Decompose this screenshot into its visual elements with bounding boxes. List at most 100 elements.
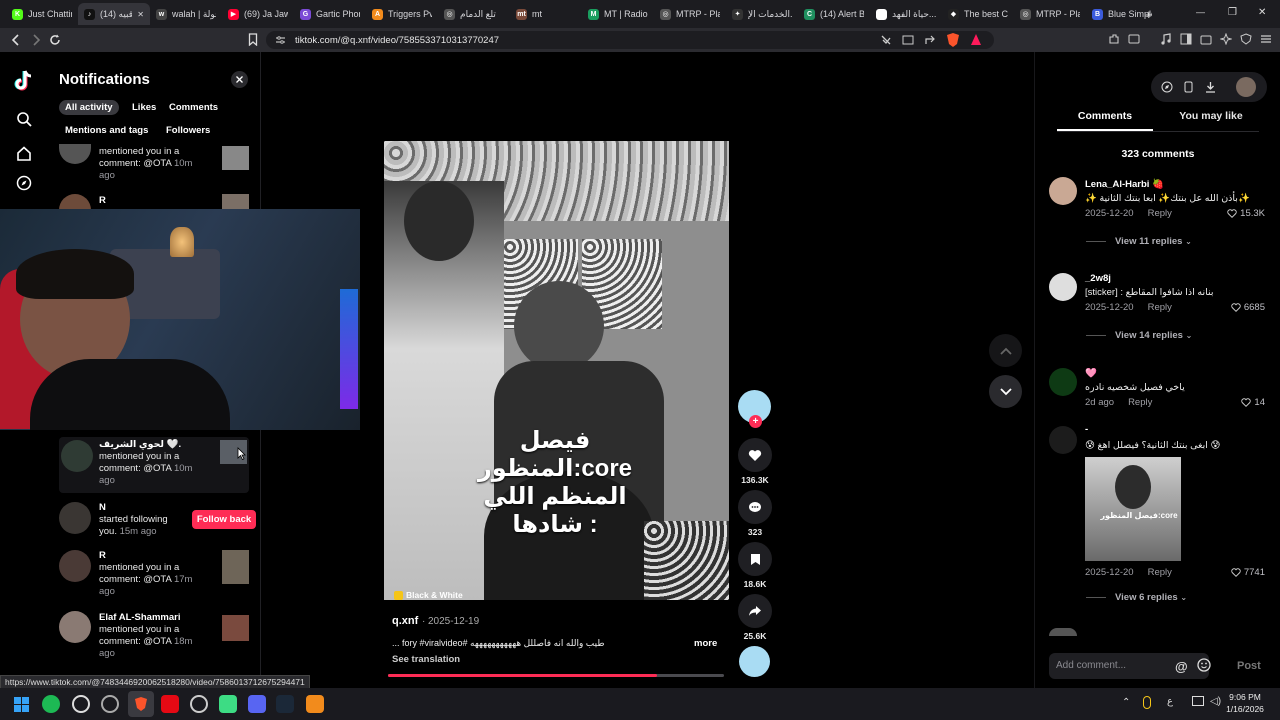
brave-taskbar-button[interactable] [128,691,154,717]
tab-comments[interactable]: Comments [1057,110,1153,122]
post-thumbnail[interactable] [222,550,249,584]
no-tracking-icon[interactable] [880,34,892,46]
comment-image[interactable]: فيصل المنظور:core [1085,457,1181,561]
browser-tab[interactable]: G Gartic Phon... [294,3,366,25]
clock-time[interactable]: 9:06 PM [1228,692,1262,702]
clock-date[interactable]: 1/16/2026 [1226,704,1264,714]
spotify-icon[interactable] [42,695,60,713]
volume-icon[interactable]: ◁) [1210,696,1221,707]
notification-item[interactable]: mentioned you in a comment: @OTA 10m ago [59,144,249,188]
network-icon[interactable] [1192,696,1204,706]
device-icon[interactable] [1184,81,1193,93]
browser-tab[interactable]: ◎ MTRP - Pla... [654,3,726,25]
app-icon[interactable] [101,695,119,713]
browser-tab[interactable]: w walah | جولة [150,3,222,25]
explore-icon[interactable] [16,175,32,191]
browser-tab[interactable]: ♪ (14) قبيه ✕ [78,3,150,25]
reply-button[interactable]: Reply [1148,302,1172,313]
notification-item[interactable]: Elaf AL-Shammari mentioned you in a comme… [59,611,249,661]
site-info-icon[interactable] [275,35,286,45]
netflix-icon[interactable] [161,695,179,713]
post-thumbnail[interactable] [222,146,249,170]
comment-author[interactable]: - [1085,424,1088,435]
view-replies-button[interactable]: View 6 replies ⌄ [1086,592,1187,603]
triggers-app-icon[interactable] [306,695,324,713]
download-icon[interactable] [1205,81,1216,93]
notification-item[interactable]: N started following you. 15m ago Follow b… [59,502,256,538]
comment-author[interactable]: _2w8j [1085,273,1111,284]
post-thumbnail[interactable] [222,615,249,641]
tab-you-may-like[interactable]: You may like [1163,110,1259,122]
new-tab-icon[interactable]: + [1145,7,1153,22]
browser-tab[interactable]: ✦ الخدمات الإ... [726,3,798,25]
filter-likes[interactable]: Likes [126,100,162,115]
effect-badge[interactable]: Black & White [394,590,463,600]
comment-like[interactable]: 7741 [1231,567,1265,578]
notification-item[interactable]: R mentioned you in a comment: @OTA 17m ago [59,550,249,600]
profile-avatar[interactable] [1236,77,1256,97]
back-icon[interactable] [10,33,22,47]
browser-tab[interactable]: ▶ (69) Ja Jaw... [222,3,294,25]
wallet-icon[interactable] [1200,33,1212,45]
heart-icon[interactable] [738,438,772,472]
comment-like[interactable]: 15.3K [1227,208,1265,219]
browser-tab[interactable]: ◆ The best Cl... [942,3,1014,25]
menu-icon[interactable] [1260,33,1272,45]
restore-icon[interactable]: ❐ [1228,7,1237,18]
comment-author[interactable]: Lena_Al-Harbi 🍓 [1085,179,1164,190]
minimize-icon[interactable]: — [1196,7,1205,17]
cast-icon[interactable] [902,34,914,46]
previous-video-button[interactable] [989,334,1022,367]
overlay-app-icon[interactable] [190,695,208,713]
reply-button[interactable]: Reply [1148,567,1172,578]
notification-item-hovered[interactable]: لحوي الشريف 🤍. mentioned you in a comment… [59,437,249,493]
video-player[interactable]: فيصل المنظور:core المنظم اللي شادها : Bla… [384,141,729,600]
filter-comments[interactable]: Comments [163,100,224,115]
creator-avatar[interactable]: + [738,390,772,428]
language-indicator[interactable]: ع [1167,696,1173,707]
see-translation-link[interactable]: See translation [392,654,460,665]
filter-all-activity[interactable]: All activity [59,100,119,115]
filter-followers[interactable]: Followers [160,123,216,138]
browser-tab[interactable]: G حياة الفهد... [870,3,942,25]
tray-expand-icon[interactable]: ⌃ [1122,697,1130,708]
chat-app-icon[interactable] [219,695,237,713]
reply-button[interactable]: Reply [1128,397,1152,408]
comment-like[interactable]: 14 [1241,397,1265,408]
forward-icon[interactable] [30,33,42,47]
music-disc[interactable] [738,646,772,677]
browser-tab[interactable]: K Just Chattin [6,3,78,25]
discord-icon[interactable] [248,695,266,713]
vpn-shield-icon[interactable] [1240,33,1252,45]
mention-icon[interactable]: @ [1175,659,1188,674]
leo-ai-icon[interactable] [1220,33,1232,45]
share-action[interactable]: 25.6K [738,594,772,641]
browser-tab[interactable]: mt mt [510,3,582,25]
steam-icon[interactable] [276,695,294,713]
close-window-icon[interactable]: ✕ [1258,7,1266,18]
reply-button[interactable]: Reply [1148,208,1172,219]
avatar[interactable] [1049,273,1077,301]
share-icon[interactable] [924,34,936,46]
save-action[interactable]: 18.6K [738,542,772,589]
brave-shield-icon[interactable] [946,32,960,48]
browser-tab[interactable]: A Triggers Pv... [366,3,438,25]
follow-plus-icon[interactable]: + [749,415,762,428]
screenshot-icon[interactable] [1128,33,1140,45]
view-replies-button[interactable]: View 14 replies ⌄ [1086,330,1192,341]
tiktok-logo-icon[interactable] [14,70,34,92]
compass-icon[interactable] [1161,81,1173,93]
video-progress-bar[interactable] [388,674,724,677]
brave-rewards-icon[interactable] [970,33,982,47]
browser-tab[interactable]: C (14) Alert B... [798,3,870,25]
filter-mentions[interactable]: Mentions and tags [59,123,154,138]
comment-author[interactable]: 🩷 [1085,368,1097,379]
browser-tab[interactable]: M MT | Radio [582,3,654,25]
comment-like[interactable]: 6685 [1231,302,1265,313]
comment-action[interactable]: 323 [738,490,772,537]
like-action[interactable]: 136.3K [738,438,772,485]
browser-tab[interactable]: ◎ تلع الدمام [438,3,510,25]
microphone-icon[interactable] [1143,696,1151,709]
close-icon[interactable] [231,71,248,88]
close-tab-icon[interactable]: ✕ [137,10,144,19]
